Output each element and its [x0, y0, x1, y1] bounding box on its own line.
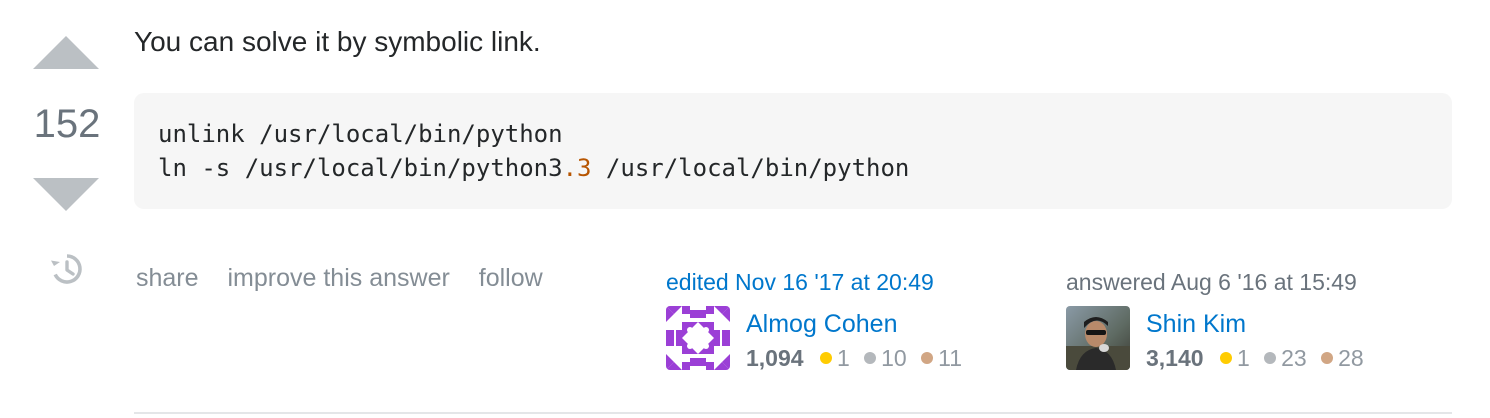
- code-text: ln -s /usr/local/bin/python3: [158, 154, 563, 182]
- history-icon[interactable]: [50, 252, 84, 286]
- code-text: /usr/local/bin/python: [591, 154, 910, 182]
- improve-answer-link[interactable]: improve this answer: [228, 264, 450, 292]
- divider: [134, 412, 1452, 414]
- vote-count: 152: [33, 102, 101, 146]
- bronze-badge-count: 28: [1338, 345, 1364, 371]
- bronze-badges: 11: [921, 345, 962, 371]
- gold-badge-icon: [819, 352, 832, 364]
- answer-text: You can solve it by symbolic link.: [134, 26, 541, 57]
- share-link[interactable]: share: [136, 264, 199, 292]
- reputation-score: 3,140: [1146, 345, 1204, 371]
- code-line-2: ln -s /usr/local/bin/python3.3 /usr/loca…: [158, 151, 1452, 185]
- editor-name-link[interactable]: Almog Cohen: [746, 308, 897, 340]
- gold-badge-icon: [1219, 352, 1232, 364]
- code-line-1: unlink /usr/local/bin/python: [158, 117, 1452, 151]
- bronze-badge-icon: [1321, 352, 1334, 364]
- downvote-button[interactable]: [33, 178, 99, 211]
- follow-link[interactable]: follow: [479, 264, 543, 292]
- bronze-badge-icon: [921, 352, 934, 364]
- owner-flair: 3,140 1 23 28: [1146, 342, 1372, 374]
- owner-avatar[interactable]: [1066, 306, 1130, 370]
- gold-badge-count: 1: [836, 345, 850, 371]
- editor-flair: 1,094 1 10 11: [746, 342, 970, 374]
- silver-badge-count: 10: [881, 345, 907, 371]
- upvote-button[interactable]: [33, 36, 99, 69]
- gold-badges: 1: [819, 345, 850, 371]
- answered-timestamp: answered Aug 6 '16 at 15:49: [1066, 269, 1357, 295]
- owner-card: answered Aug 6 '16 at 15:49 Shin Kim 3,1…: [1066, 266, 1406, 371]
- bronze-badges: 28: [1321, 345, 1364, 371]
- gold-badges: 1: [1219, 345, 1250, 371]
- reputation-score: 1,094: [746, 345, 804, 371]
- gold-badge-count: 1: [1236, 345, 1250, 371]
- edited-timestamp-link[interactable]: edited Nov 16 '17 at 20:49: [666, 266, 1006, 298]
- editor-avatar[interactable]: [666, 306, 730, 370]
- owner-name-link[interactable]: Shin Kim: [1146, 308, 1246, 340]
- silver-badges: 10: [864, 345, 907, 371]
- post-menu: share improve this answer follow: [136, 262, 565, 294]
- code-block: unlink /usr/local/bin/python ln -s /usr/l…: [134, 93, 1452, 209]
- code-literal: .3: [562, 154, 592, 182]
- editor-card: edited Nov 16 '17 at 20:49 Almog Cohen 1…: [666, 266, 1006, 371]
- silver-badge-icon: [864, 352, 877, 364]
- answer-post: 152 You can solve it by symbolic link. u…: [0, 0, 1490, 418]
- silver-badge-count: 23: [1281, 345, 1307, 371]
- bronze-badge-count: 11: [938, 345, 963, 371]
- silver-badge-icon: [1264, 352, 1277, 364]
- code-text: unlink /usr/local/bin/python: [158, 120, 563, 148]
- silver-badges: 23: [1264, 345, 1307, 371]
